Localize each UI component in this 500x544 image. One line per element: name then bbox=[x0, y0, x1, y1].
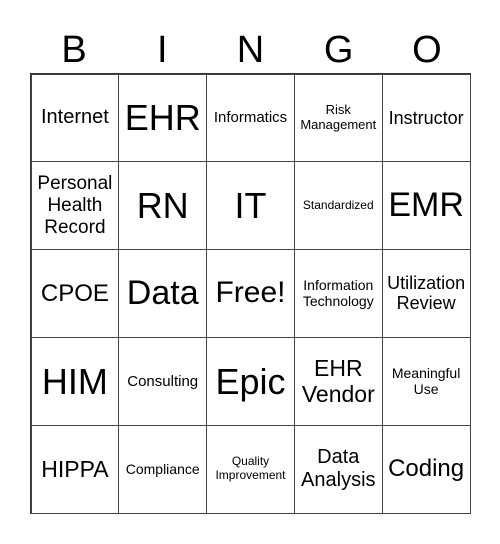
header-letter-b: B bbox=[61, 29, 87, 71]
bingo-cell[interactable]: CPOE bbox=[30, 249, 120, 338]
bingo-cell[interactable]: Data bbox=[118, 249, 208, 338]
bingo-cell[interactable]: Internet bbox=[30, 73, 120, 163]
bingo-cell[interactable]: Quality Improvement bbox=[206, 424, 295, 514]
bingo-cell[interactable]: IT bbox=[206, 161, 295, 251]
bingo-cell[interactable]: EHR bbox=[118, 73, 208, 163]
header-letter-g: G bbox=[323, 29, 354, 71]
header-letter-o: O bbox=[412, 29, 442, 71]
bingo-cell[interactable]: Meaningful Use bbox=[381, 336, 471, 426]
bingo-cell[interactable]: Risk Management bbox=[293, 73, 383, 163]
bingo-cell[interactable]: RN bbox=[118, 161, 208, 251]
bingo-header: B I N G O bbox=[30, 28, 471, 72]
bingo-cell[interactable]: Instructor bbox=[381, 73, 471, 163]
bingo-cell[interactable]: Coding bbox=[381, 424, 471, 514]
bingo-cell[interactable]: Standardized bbox=[293, 161, 383, 251]
bingo-cell[interactable]: HIM bbox=[30, 336, 120, 426]
bingo-cell[interactable]: EHR Vendor bbox=[293, 336, 383, 426]
bingo-cell[interactable]: EMR bbox=[381, 161, 471, 251]
bingo-cell[interactable]: Utilization Review bbox=[381, 249, 471, 338]
bingo-cell[interactable]: HIPPA bbox=[30, 424, 120, 514]
bingo-cell[interactable]: Free! bbox=[206, 249, 295, 338]
header-letter-n: N bbox=[236, 29, 265, 71]
bingo-cell[interactable]: Personal Health Record bbox=[30, 161, 120, 251]
bingo-cell[interactable]: Informatics bbox=[206, 73, 295, 163]
bingo-cell[interactable]: Consulting bbox=[118, 336, 208, 426]
bingo-grid: Internet EHR Informatics Risk Management Ins… bbox=[30, 73, 471, 514]
bingo-cell[interactable]: Compliance bbox=[118, 424, 208, 514]
bingo-cell[interactable]: Data Analysis bbox=[293, 424, 383, 514]
bingo-cell[interactable]: Epic bbox=[206, 336, 295, 426]
header-letter-i: I bbox=[157, 29, 168, 71]
bingo-cell[interactable]: Information Technology bbox=[293, 249, 383, 338]
